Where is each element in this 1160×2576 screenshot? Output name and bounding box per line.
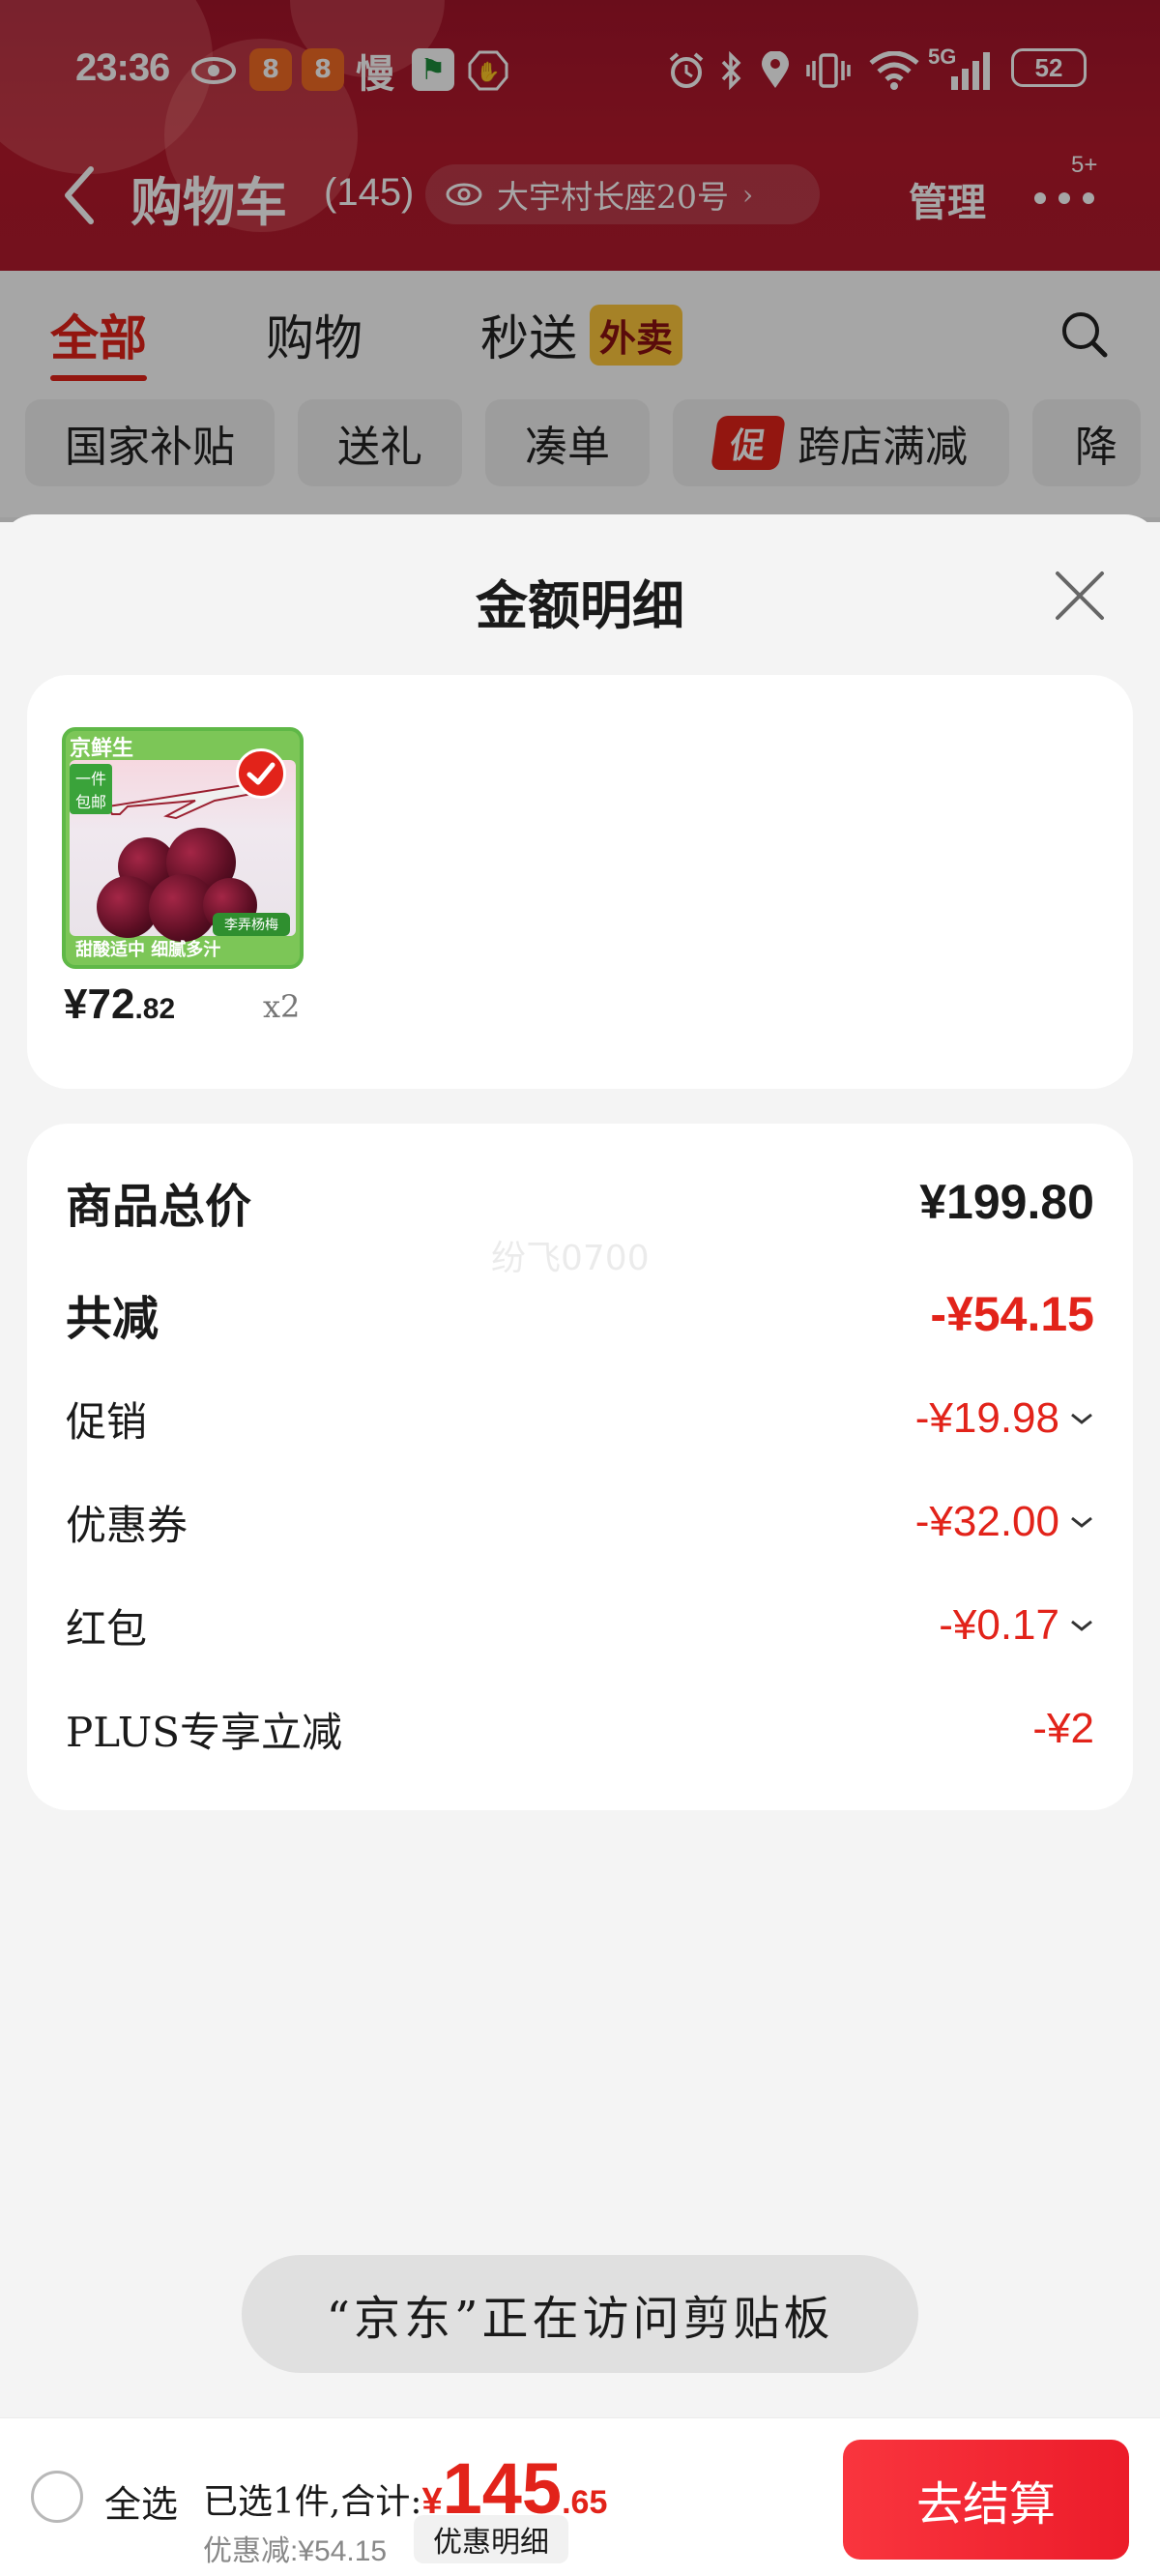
price-dec: .82 xyxy=(134,993,176,1025)
product-price: ¥72.82 xyxy=(64,981,175,1029)
discount-detail-button[interactable]: 优惠明细 xyxy=(414,2515,568,2563)
plus-discount-value: -¥2 xyxy=(1032,1705,1094,1752)
sheet-title: 金额明细 xyxy=(476,574,684,636)
row-plus-discount: PLUS专享立减 -¥2 xyxy=(66,1695,1094,1763)
goods-card: 京鲜生 一件包邮 李弄杨梅 甜酸适中 细腻多汁 ¥72.82 x2 xyxy=(27,675,1133,1089)
goods-total-value: ¥199.80 xyxy=(919,1175,1094,1229)
thumb-brand-text: 京鲜生 xyxy=(70,737,134,761)
row-goods-total: 商品总价 ¥199.80 xyxy=(66,1168,1094,1236)
product-thumbnail[interactable]: 京鲜生 一件包邮 李弄杨梅 甜酸适中 细腻多汁 xyxy=(62,727,304,969)
close-icon[interactable] xyxy=(1052,568,1108,624)
promotion-value: -¥19.98 xyxy=(915,1394,1094,1443)
row-promotion[interactable]: 促销 -¥19.98 xyxy=(66,1385,1094,1452)
goods-total-label: 商品总价 xyxy=(66,1180,252,1234)
modal-overlay[interactable] xyxy=(0,0,1160,522)
row-coupon[interactable]: 优惠券 -¥32.00 xyxy=(66,1488,1094,1556)
plus-discount-label: PLUS专享立减 xyxy=(66,1708,343,1756)
clipboard-toast: “京东”正在访问剪贴板 xyxy=(242,2255,918,2373)
row-red-packet[interactable]: 红包 -¥0.17 xyxy=(66,1592,1094,1659)
red-packet-label: 红包 xyxy=(66,1604,148,1653)
price-currency: ¥ xyxy=(64,981,88,1028)
price-detail-card: 纷飞0700 商品总价 ¥199.80 共减 -¥54.15 促销 -¥19.9… xyxy=(27,1124,1133,1810)
check-icon xyxy=(236,748,286,799)
total-decimal: .65 xyxy=(562,2484,608,2521)
total-reduction-label: 共减 xyxy=(66,1292,160,1346)
total-reduction-value: -¥54.15 xyxy=(930,1287,1094,1341)
chevron-down-icon[interactable] xyxy=(1069,1618,1094,1633)
row-total-reduction: 共减 -¥54.15 xyxy=(66,1280,1094,1348)
promotion-amount: -¥19.98 xyxy=(914,1394,1059,1442)
product-label: 李弄杨梅 xyxy=(213,913,290,936)
free-shipping-tag: 一件包邮 xyxy=(70,764,112,814)
price-int: 72 xyxy=(87,981,135,1028)
coupon-amount: -¥32.00 xyxy=(914,1498,1059,1545)
checkout-button[interactable]: 去结算 xyxy=(843,2440,1129,2560)
promotion-label: 促销 xyxy=(66,1397,148,1446)
discount-amount: 优惠减:¥54.15 xyxy=(203,2535,388,2567)
checkout-bar: 全选 已选1件,合计:¥145.65 优惠减:¥54.15 优惠明细 去结算 xyxy=(0,2417,1160,2576)
chevron-down-icon[interactable] xyxy=(1069,1514,1094,1530)
select-all-radio[interactable] xyxy=(31,2471,83,2523)
watermark: 纷飞0700 xyxy=(491,1239,650,1278)
chevron-down-icon[interactable] xyxy=(1069,1411,1094,1426)
select-all-label[interactable]: 全选 xyxy=(104,2474,178,2528)
coupon-label: 优惠券 xyxy=(66,1501,188,1549)
product-quantity: x2 xyxy=(263,988,301,1025)
amount-detail-sheet: 金额明细 京鲜生 一件包邮 李弄杨梅 甜酸适中 细腻多汁 ¥72.82 x2 纷… xyxy=(0,514,1160,2576)
red-packet-value: -¥0.17 xyxy=(939,1601,1094,1650)
red-packet-amount: -¥0.17 xyxy=(939,1601,1059,1649)
product-caption: 甜酸适中 细腻多汁 xyxy=(75,940,221,960)
summary-prefix: 已选1件,合计: xyxy=(203,2482,422,2522)
coupon-value: -¥32.00 xyxy=(915,1498,1094,1546)
